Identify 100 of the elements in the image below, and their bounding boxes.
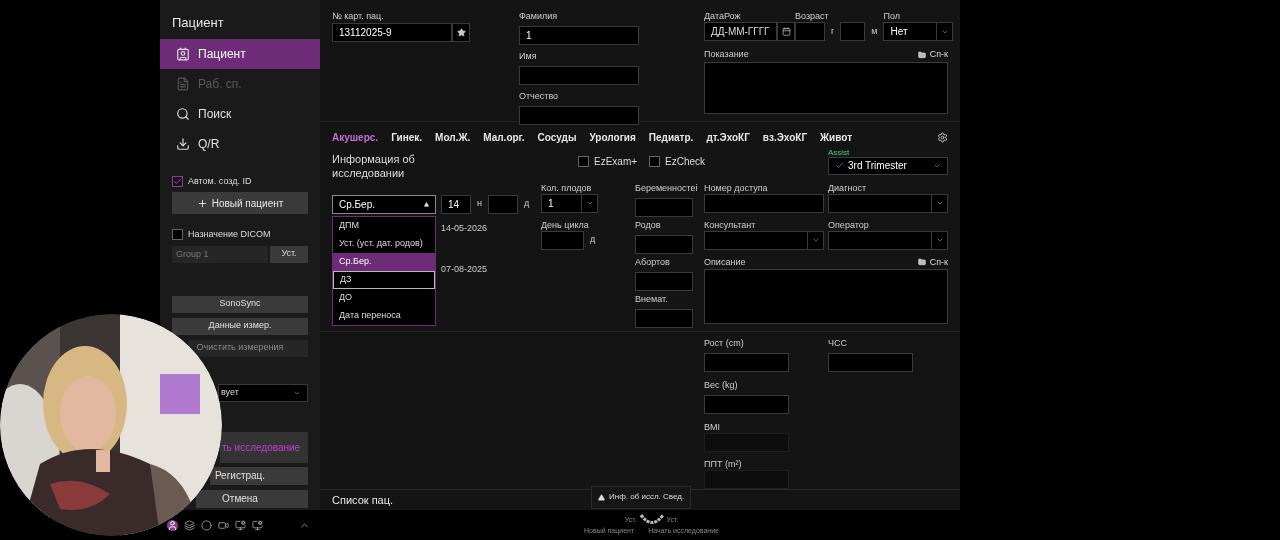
tab[interactable]: Мол.Ж. xyxy=(435,130,471,146)
monitor-icon[interactable] xyxy=(235,519,246,531)
dropdown-field[interactable]: вует xyxy=(218,383,308,402)
field-label: Консультант xyxy=(704,218,757,231)
description-field[interactable] xyxy=(704,269,948,324)
input-field[interactable]: 13112025-9 xyxy=(332,23,452,42)
user-icon[interactable] xyxy=(167,519,178,531)
settings-icon[interactable] xyxy=(937,132,948,144)
patient-list-label: Список пац. xyxy=(331,492,395,508)
field-label: Отчество xyxy=(519,90,560,102)
menu-item[interactable]: ДЗ xyxy=(333,270,435,289)
input-field[interactable]: ДД-ММ-ГГГГ xyxy=(704,22,777,41)
tab[interactable]: Гинек. xyxy=(391,130,423,146)
tab[interactable]: Педиатр. xyxy=(648,130,694,146)
dropdown-field[interactable] xyxy=(828,230,948,250)
field-label: Пол xyxy=(883,10,901,22)
checkbox[interactable] xyxy=(172,175,183,187)
tab[interactable]: Мал.орг. xyxy=(483,130,525,146)
tab[interactable]: вз.ЭхоКГ xyxy=(762,130,808,146)
list-link[interactable]: Сп-к xyxy=(917,255,948,269)
checkbox[interactable] xyxy=(172,229,183,241)
menu-item[interactable]: ДПМ xyxy=(333,216,435,235)
menu-item[interactable]: Уст. (уст. дат. родов) xyxy=(333,234,435,253)
indication-field[interactable] xyxy=(704,61,948,114)
action-button[interactable]: Отмена xyxy=(196,489,308,508)
sidebar-button[interactable]: Данные измер. xyxy=(172,317,308,335)
menu-item[interactable]: ДО xyxy=(333,288,435,307)
input-field[interactable] xyxy=(635,271,693,291)
info-tab[interactable]: Инф. об иссл. Свед. xyxy=(591,485,692,509)
document-icon xyxy=(176,76,190,91)
list-link[interactable]: Сп-к xyxy=(917,48,948,62)
field-label: Показание xyxy=(704,48,749,61)
checkbox-label: Автом. созд. ID xyxy=(188,174,252,188)
input-field[interactable] xyxy=(541,230,584,250)
layers-icon[interactable] xyxy=(184,519,195,531)
date-text: 07-08-2025 xyxy=(441,263,489,276)
input-field[interactable]: 1 xyxy=(519,26,639,45)
dropdown-field[interactable]: 1 xyxy=(541,193,598,213)
assist-label: Assist xyxy=(828,147,851,157)
menu-item[interactable]: Дата переноса xyxy=(333,306,435,325)
menu-item[interactable]: Ср.Бер. xyxy=(333,252,435,271)
input-field[interactable] xyxy=(795,22,825,41)
field-label: Вес (kg) xyxy=(704,379,739,391)
favorite-button[interactable] xyxy=(452,23,470,42)
dropdown-field[interactable] xyxy=(828,193,948,213)
tab[interactable]: Урология xyxy=(589,130,636,146)
tab[interactable]: Акушерс. xyxy=(332,130,379,146)
caret-icon xyxy=(935,236,944,244)
tab[interactable]: дт.ЭхоКГ xyxy=(706,130,750,146)
field-label: Абортов xyxy=(635,255,671,268)
new-patient-button[interactable]: Новый пациент xyxy=(172,192,308,214)
input-field[interactable] xyxy=(704,193,824,213)
unit-label: м xyxy=(870,24,879,38)
input-field[interactable] xyxy=(704,395,789,414)
field-label: Фамилия xyxy=(519,10,559,22)
group-field[interactable]: Group 1 xyxy=(172,245,268,263)
input-field[interactable] xyxy=(635,234,693,254)
input-field[interactable] xyxy=(519,106,639,125)
calendar-button[interactable] xyxy=(777,22,795,41)
checkbox[interactable] xyxy=(649,155,661,167)
input-field[interactable] xyxy=(635,308,693,328)
unit-label: д xyxy=(589,233,597,247)
tab[interactable]: Живот xyxy=(820,130,853,146)
field-label: Рост (cm) xyxy=(704,337,745,349)
calendar-icon xyxy=(781,27,791,36)
input-field[interactable] xyxy=(635,197,693,217)
field-label: Описание xyxy=(704,255,746,269)
field-label: Номер доступа xyxy=(704,181,769,194)
set-button[interactable]: Уст. xyxy=(270,245,308,263)
sidebar-button[interactable]: SonoSync xyxy=(172,295,308,313)
monitor-icon[interactable] xyxy=(252,519,263,531)
sidebar-item[interactable]: Q/R xyxy=(160,128,320,159)
field-label: BMI xyxy=(704,421,721,433)
sidebar-title: Пациент xyxy=(171,14,225,32)
sidebar-item[interactable]: Поиск xyxy=(160,98,320,129)
dropdown-field[interactable]: Нет xyxy=(883,22,954,41)
checkbox[interactable] xyxy=(578,155,589,167)
action-button[interactable]: Регистрац. xyxy=(210,466,308,485)
circle-icon[interactable] xyxy=(201,519,212,531)
input-field[interactable] xyxy=(519,66,639,85)
caret-icon xyxy=(935,199,944,207)
tab[interactable]: Сосуды xyxy=(537,130,577,146)
input-field[interactable] xyxy=(840,22,866,41)
contact-card-icon xyxy=(176,46,190,61)
input-field[interactable] xyxy=(704,353,789,372)
field-label: Диагност xyxy=(828,181,867,194)
field-label: Кол. плодов xyxy=(541,181,593,194)
dropdown-field[interactable] xyxy=(704,230,824,250)
field-label: Возраст xyxy=(795,10,830,22)
checkbox-label: EzExam+ xyxy=(594,154,638,169)
field-label: Внемат. xyxy=(635,292,669,305)
field-label: Родов xyxy=(635,218,662,231)
input-field[interactable]: 14 xyxy=(441,194,471,214)
sidebar-item[interactable]: Пациент xyxy=(160,38,320,69)
dropdown-field[interactable]: 3rd Trimester xyxy=(828,156,948,175)
camera-icon[interactable] xyxy=(218,519,229,531)
unit-label: г xyxy=(830,24,836,38)
input-field[interactable] xyxy=(828,353,913,372)
method-dropdown[interactable]: Ср.Бер. xyxy=(332,194,436,214)
input-field[interactable] xyxy=(488,194,518,214)
